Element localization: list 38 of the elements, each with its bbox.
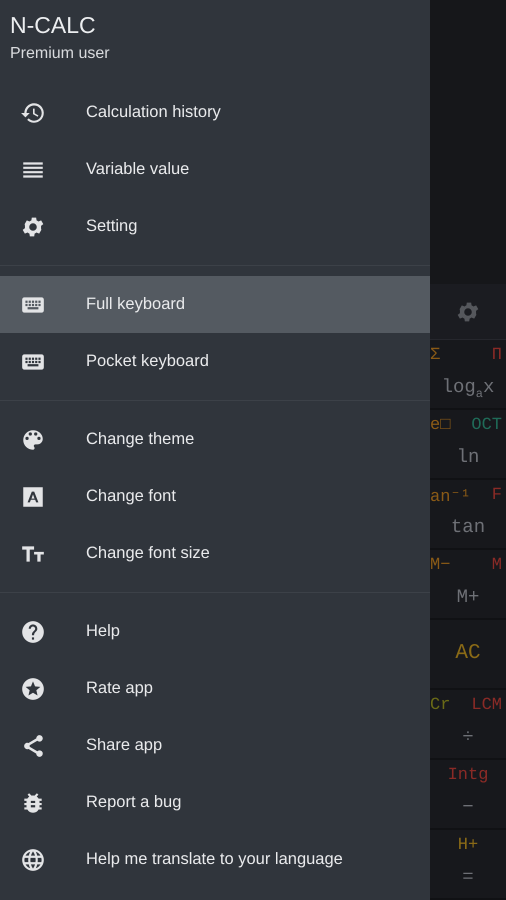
- calculator-key[interactable]: tan: [450, 516, 486, 538]
- menu-item[interactable]: Setting: [0, 198, 430, 255]
- menu-item[interactable]: Help me translate to your language: [0, 831, 430, 888]
- key-secondary-label: M: [492, 556, 502, 577]
- menu-item[interactable]: Pocket keyboard: [0, 333, 430, 390]
- menu-item[interactable]: Report a bug: [0, 774, 430, 831]
- key-secondary-label: M−: [430, 556, 450, 577]
- app-title: N-CALC: [10, 12, 96, 39]
- key-secondary-label: H+: [458, 836, 478, 857]
- star-icon: [20, 676, 46, 702]
- calculator-key[interactable]: M+: [456, 586, 480, 608]
- calculator-key[interactable]: ÷: [462, 726, 474, 748]
- calculator-key[interactable]: −: [462, 796, 474, 818]
- key-secondary-label: Σ: [430, 346, 440, 367]
- key-secondary-label: OCT: [471, 416, 502, 437]
- calculator-key[interactable]: =: [462, 866, 474, 888]
- globe-icon: [20, 846, 46, 872]
- menu-item[interactable]: Share app: [0, 717, 430, 774]
- key-secondary-label: Intg: [448, 766, 488, 787]
- key-secondary-label: e□: [430, 416, 450, 437]
- menu-item[interactable]: Calculation history: [0, 84, 430, 141]
- key-secondary-label: F: [492, 486, 502, 507]
- key-secondary-label: Π: [492, 346, 502, 367]
- help-icon: [20, 618, 46, 644]
- calculator-key[interactable]: ln: [456, 446, 480, 468]
- menu-item[interactable]: Change theme: [0, 411, 430, 468]
- key-secondary-label: an⁻¹: [430, 487, 471, 508]
- calculator-key[interactable]: log$_{a}$x: [442, 376, 494, 401]
- menu-item[interactable]: Change font size: [0, 525, 430, 582]
- menu-item[interactable]: Rate app: [0, 660, 430, 717]
- account-status: Premium user: [10, 45, 110, 63]
- key-secondary-label: Cr: [430, 696, 450, 717]
- menu-item[interactable]: Change font: [0, 468, 430, 525]
- calculator-key[interactable]: AC: [455, 642, 481, 665]
- key-secondary-label: LCM: [471, 696, 502, 717]
- menu-item[interactable]: Full keyboard: [0, 276, 430, 333]
- menu-item[interactable]: Help: [0, 603, 430, 660]
- menu-item[interactable]: Variable value: [0, 141, 430, 198]
